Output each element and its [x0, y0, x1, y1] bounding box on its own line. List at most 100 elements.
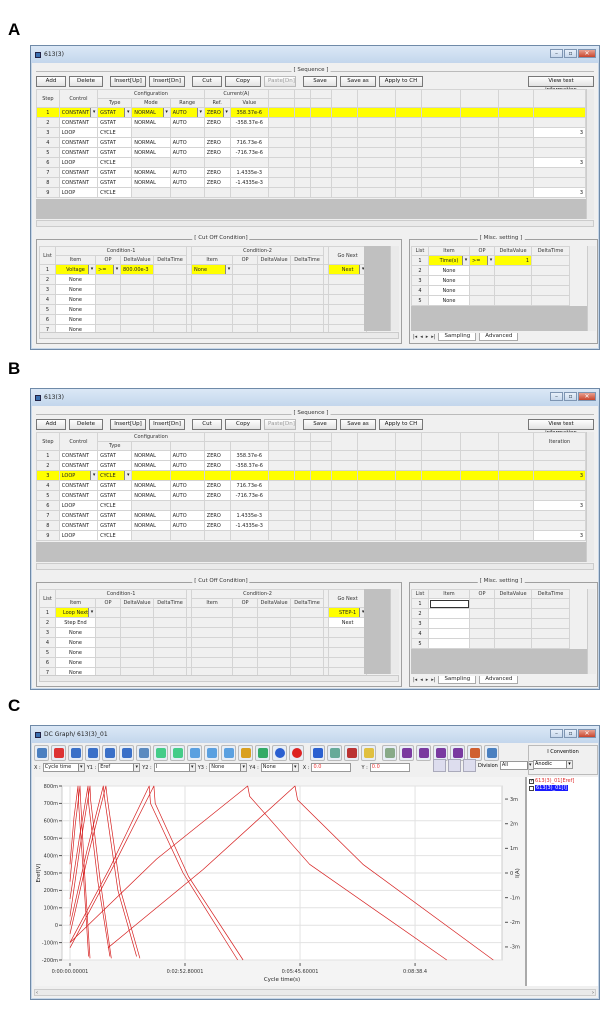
table-cell[interactable] — [469, 618, 495, 629]
table-cell[interactable] — [328, 294, 368, 305]
table-cell[interactable]: AUTO — [169, 490, 205, 501]
table-cell[interactable] — [267, 460, 295, 471]
chevron-down-icon[interactable]: ▾ — [487, 256, 494, 265]
table-cell[interactable]: 3 — [533, 127, 586, 138]
table-cell[interactable] — [497, 490, 535, 501]
table-cell[interactable]: None — [428, 285, 470, 296]
table-cell[interactable] — [328, 274, 368, 285]
open-graph-icon[interactable] — [34, 745, 49, 761]
table-cell[interactable] — [421, 500, 461, 511]
table-row[interactable]: 2 None — [411, 265, 570, 276]
table-cell[interactable] — [191, 284, 234, 295]
table-row[interactable]: 6 None — [39, 657, 368, 668]
table-cell[interactable] — [428, 638, 470, 649]
align-y2-icon[interactable] — [85, 745, 100, 761]
table-cell[interactable]: NORMAL — [131, 490, 171, 501]
table-row[interactable]: 7 CONSTANT GSTAT NORMAL AUTO ZERO 1.4335e-3 — [36, 510, 586, 521]
table-row[interactable]: 5 CONSTANT GSTAT NORMAL AUTO ZERO -716.73e-6 — [36, 490, 586, 501]
chevron-down-icon[interactable]: ▾ — [188, 764, 195, 771]
table-row[interactable]: 4 None — [39, 294, 368, 305]
table-cell[interactable] — [497, 147, 535, 158]
table-cell[interactable] — [459, 157, 499, 168]
toolbar-button-cut[interactable]: Cut — [192, 76, 222, 87]
table-cell[interactable] — [95, 657, 121, 668]
table-cell[interactable] — [395, 147, 423, 158]
scroll-left-icon[interactable]: ‹ — [36, 990, 38, 996]
table-cell[interactable] — [531, 598, 570, 609]
table-cell[interactable] — [191, 314, 234, 325]
chevron-down-icon[interactable]: ▾ — [124, 108, 131, 117]
table-cell[interactable] — [531, 265, 570, 276]
table-cell[interactable]: CONSTANT — [58, 480, 99, 491]
table-cell[interactable]: 1.4335e-3 — [229, 510, 269, 521]
legend-item[interactable]: 613(3)_01[I] — [529, 785, 596, 791]
table-cell[interactable] — [267, 450, 295, 461]
table-cell[interactable] — [459, 480, 499, 491]
line-style-icon[interactable] — [272, 745, 287, 761]
table-cell[interactable] — [267, 490, 295, 501]
checkbox-icon[interactable] — [529, 785, 534, 791]
y3-select[interactable]: None ▾ — [209, 763, 248, 772]
table-cell[interactable] — [152, 627, 188, 638]
table-cell[interactable] — [293, 450, 312, 461]
table-row[interactable]: 6 LOOP CYCLE 3 — [36, 157, 586, 168]
table-cell[interactable] — [310, 530, 333, 541]
table-cell[interactable] — [497, 137, 535, 148]
table-cell[interactable]: CYCLE — [97, 127, 133, 138]
table-cell[interactable]: NORMAL — [131, 450, 171, 461]
table-cell[interactable]: ZERO — [203, 117, 231, 128]
division-n-icon[interactable] — [433, 759, 446, 772]
table-cell[interactable] — [497, 460, 535, 471]
table-cell[interactable] — [257, 314, 292, 325]
chevron-down-icon[interactable]: ▾ — [88, 608, 95, 617]
table-cell[interactable] — [95, 294, 121, 305]
table-cell[interactable] — [120, 647, 154, 658]
table-cell[interactable] — [497, 167, 535, 178]
align-y4-icon[interactable] — [119, 745, 134, 761]
table-cell[interactable] — [533, 480, 586, 491]
table-row[interactable]: 6 None — [39, 314, 368, 325]
table-cell[interactable] — [169, 500, 205, 511]
table-cell[interactable] — [494, 265, 532, 276]
table-row[interactable]: 1 CONSTANT ▾ GSTAT ▾ NORMAL ▾ AUTO ▾ ZERO ▾ 358.37e… — [36, 107, 586, 118]
table-cell[interactable] — [290, 264, 325, 275]
table-cell[interactable] — [95, 607, 121, 618]
table-cell[interactable] — [169, 157, 205, 168]
table-cell[interactable]: NORMAL ▾ — [131, 107, 171, 118]
toolbar-button-cut[interactable]: Cut — [192, 419, 222, 430]
table-cell[interactable]: None — [55, 294, 96, 305]
table-row[interactable]: 2 — [411, 608, 570, 619]
close-icon[interactable]: ✕ — [578, 729, 596, 738]
delete-graph-icon[interactable] — [51, 745, 66, 761]
table-cell[interactable] — [357, 167, 397, 178]
table-cell[interactable] — [257, 264, 292, 275]
table-cell[interactable] — [357, 530, 397, 541]
table-cell[interactable] — [395, 510, 423, 521]
table-cell[interactable] — [229, 127, 269, 138]
table-cell[interactable]: AUTO ▾ — [169, 107, 205, 118]
table-cell[interactable]: Voltage ▾ — [55, 264, 96, 275]
table-cell[interactable] — [497, 450, 535, 461]
table-cell[interactable] — [290, 657, 325, 668]
toolbar-button-apply-to-ch[interactable]: Apply to CH — [379, 419, 423, 430]
minimize-icon[interactable]: – — [550, 49, 563, 58]
table-cell[interactable]: CONSTANT — [58, 177, 99, 188]
table-cell[interactable] — [152, 284, 188, 295]
table-cell[interactable] — [95, 627, 121, 638]
table-cell[interactable] — [203, 127, 231, 138]
table-cell[interactable]: NORMAL — [131, 520, 171, 531]
chevron-down-icon[interactable]: ▾ — [133, 764, 140, 771]
table-cell[interactable] — [357, 490, 397, 501]
table-cell[interactable]: ZERO — [203, 147, 231, 158]
table-cell[interactable] — [331, 530, 359, 541]
table-cell[interactable] — [331, 450, 359, 461]
table-cell[interactable] — [293, 470, 312, 481]
table-cell[interactable] — [533, 137, 586, 148]
table-row[interactable]: 2 CONSTANT GSTAT NORMAL AUTO ZERO -358.37e-6 — [36, 460, 586, 471]
table-cell[interactable] — [421, 147, 461, 158]
table-cell[interactable] — [120, 657, 154, 668]
table-cell[interactable] — [497, 107, 535, 118]
table-cell[interactable] — [191, 637, 234, 648]
table-cell[interactable]: Next — [328, 617, 368, 628]
table-cell[interactable] — [395, 177, 423, 188]
